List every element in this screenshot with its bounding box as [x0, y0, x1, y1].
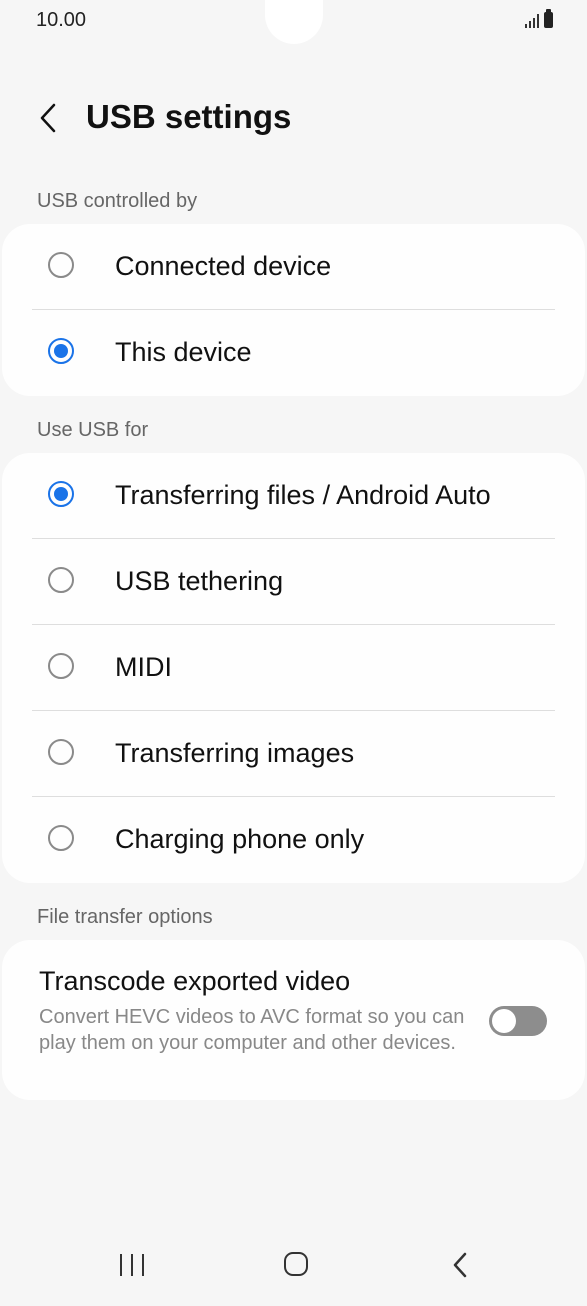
option-label: This device	[115, 337, 252, 367]
transcode-toggle[interactable]	[489, 1006, 547, 1036]
option-label: Connected device	[115, 251, 332, 281]
option-label: Transferring images	[115, 738, 355, 768]
option-transferring-images[interactable]: Transferring images	[2, 711, 585, 797]
signal-icon	[525, 12, 539, 28]
section-label-use-usb-for: Use USB for	[37, 419, 149, 441]
option-label: Transferring files / Android Auto	[115, 480, 491, 510]
battery-icon	[544, 9, 553, 28]
chevron-left-icon	[453, 1252, 467, 1278]
navigation-bar	[0, 1236, 587, 1306]
page-title: USB settings	[86, 98, 292, 135]
header: USB settings	[0, 92, 587, 148]
status-time: 10.00	[36, 9, 87, 31]
radio-usb-tethering[interactable]	[48, 567, 74, 593]
file-transfer-card[interactable]: Transcode exported video Convert HEVC vi…	[2, 940, 585, 1100]
radio-transferring-images[interactable]	[48, 739, 74, 765]
recents-button[interactable]	[120, 1254, 144, 1278]
chevron-left-icon	[40, 103, 56, 133]
transcode-title: Transcode exported video	[39, 966, 351, 996]
option-label: Charging phone only	[115, 824, 365, 854]
radio-transferring-files[interactable]	[48, 481, 74, 507]
usb-controlled-by-card: Connected device This device	[2, 224, 585, 396]
option-connected-device[interactable]: Connected device	[2, 224, 585, 310]
radio-connected-device[interactable]	[48, 252, 74, 278]
option-midi[interactable]: MIDI	[2, 625, 585, 711]
radio-midi[interactable]	[48, 653, 74, 679]
section-label-file-transfer-options: File transfer options	[37, 906, 213, 928]
option-this-device[interactable]: This device	[2, 310, 585, 396]
back-button[interactable]	[30, 98, 66, 138]
status-bar: 10.00	[0, 0, 587, 44]
home-button[interactable]	[284, 1252, 308, 1276]
option-label: MIDI	[115, 652, 172, 682]
transcode-description: Convert HEVC videos to AVC format so you…	[39, 1006, 465, 1054]
nav-back-button[interactable]	[448, 1250, 472, 1280]
option-usb-tethering[interactable]: USB tethering	[2, 539, 585, 625]
radio-this-device[interactable]	[48, 338, 74, 364]
option-label: USB tethering	[115, 566, 284, 596]
camera-notch	[265, 0, 323, 44]
option-charging-phone-only[interactable]: Charging phone only	[2, 797, 585, 883]
status-icons	[525, 9, 553, 28]
radio-charging-phone-only[interactable]	[48, 825, 74, 851]
use-usb-for-card: Transferring files / Android Auto USB te…	[2, 453, 585, 883]
section-label-usb-controlled-by: USB controlled by	[37, 190, 198, 212]
option-transferring-files[interactable]: Transferring files / Android Auto	[2, 453, 585, 539]
